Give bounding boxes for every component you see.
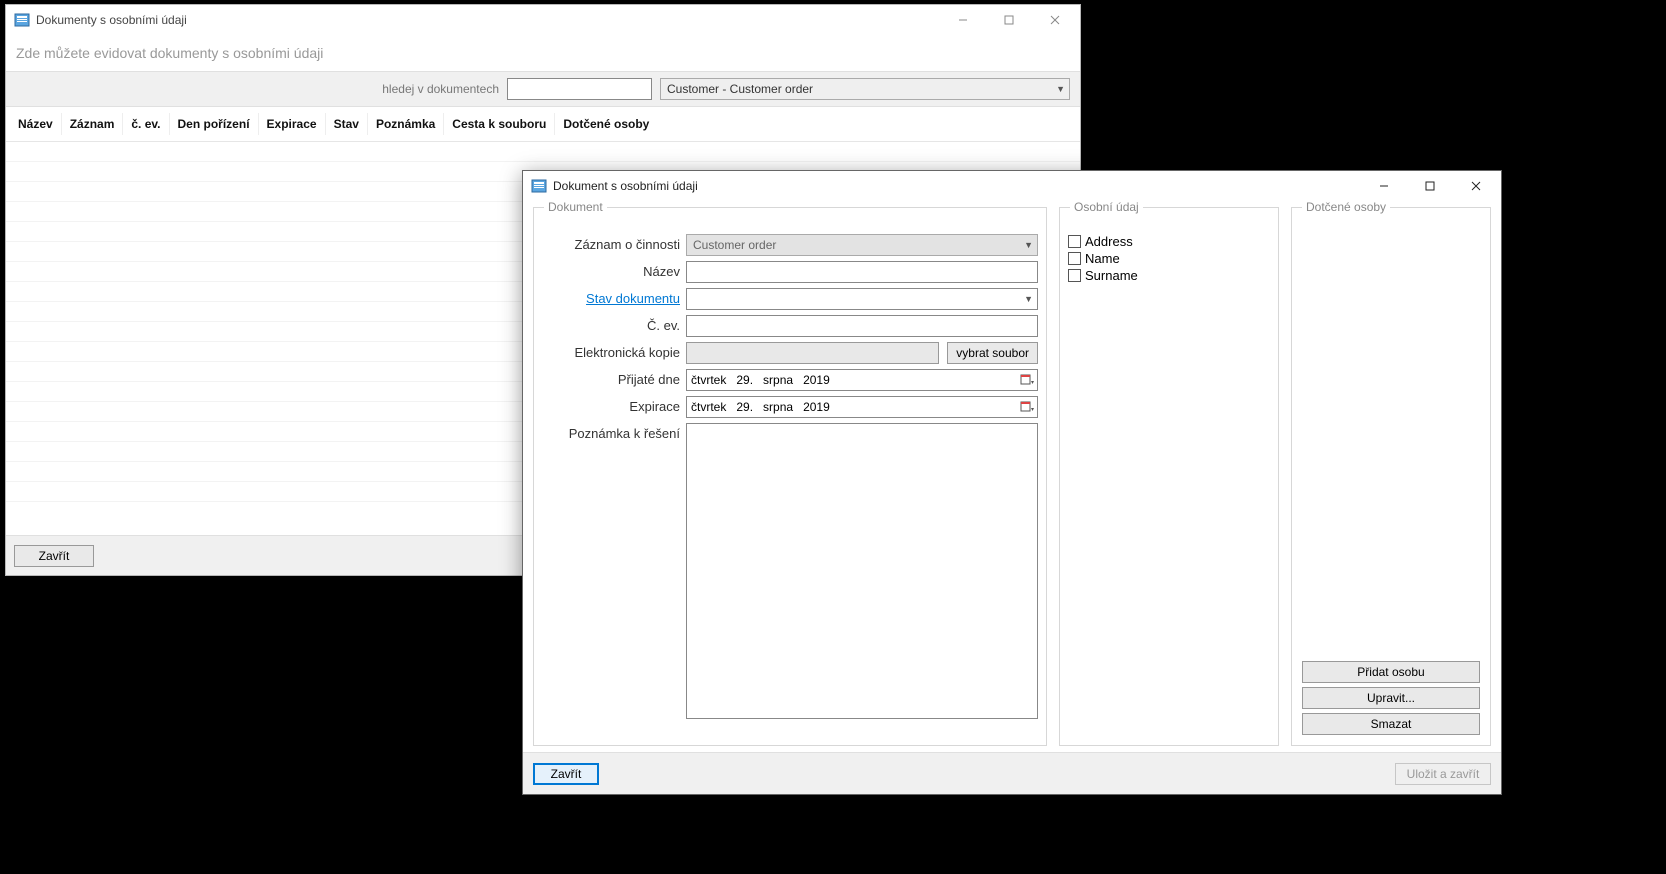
checkbox-label: Surname — [1085, 268, 1138, 283]
checkbox-icon — [1068, 235, 1081, 248]
table-row[interactable] — [6, 142, 1080, 162]
th-cev[interactable]: č. ev. — [123, 113, 169, 135]
file-browse-button[interactable]: vybrat soubor — [947, 342, 1038, 364]
footer: Zavřít Uložit a zavřít — [523, 752, 1501, 794]
minimize-button[interactable] — [1361, 171, 1407, 201]
poznamka-textarea[interactable] — [686, 423, 1038, 719]
filter-dropdown[interactable]: Customer - Customer order ▼ — [660, 78, 1070, 100]
delete-person-button[interactable]: Smazat — [1302, 713, 1480, 735]
expirace-date-input[interactable]: čtvrtek 29. srpna 2019 — [686, 396, 1038, 418]
close-dialog-button[interactable]: Zavřít — [14, 545, 94, 567]
calendar-icon[interactable] — [1020, 373, 1034, 387]
checkbox-item-address[interactable]: Address — [1068, 234, 1270, 249]
add-person-button[interactable]: Přidat osobu — [1302, 661, 1480, 683]
filter-dropdown-value: Customer - Customer order — [667, 82, 813, 96]
th-stav[interactable]: Stav — [326, 113, 368, 135]
cev-input[interactable] — [686, 315, 1038, 337]
th-nazev[interactable]: Název — [10, 113, 62, 135]
subtitle: Zde můžete evidovat dokumenty s osobními… — [6, 35, 1080, 71]
group-osobni-udaj: Osobní údaj Address Name Surname — [1059, 207, 1279, 746]
search-input[interactable] — [507, 78, 652, 100]
edit-person-button[interactable]: Upravit... — [1302, 687, 1480, 709]
th-expirace[interactable]: Expirace — [259, 113, 326, 135]
date-month: srpna — [763, 400, 793, 414]
app-icon — [531, 178, 547, 194]
group-title: Dokument — [544, 200, 607, 214]
th-den[interactable]: Den pořízení — [170, 113, 259, 135]
date-month: srpna — [763, 373, 793, 387]
label-zaznam: Záznam o činnosti — [542, 234, 680, 252]
date-day: 29. — [736, 373, 753, 387]
group-dokument: Dokument Záznam o činnosti Customer orde… — [533, 207, 1047, 746]
label-stav-link[interactable]: Stav dokumentu — [542, 288, 680, 306]
checkbox-label: Name — [1085, 251, 1120, 266]
th-poznamka[interactable]: Poznámka — [368, 113, 444, 135]
th-zaznam[interactable]: Záznam — [62, 113, 124, 135]
persons-list-area — [1300, 218, 1482, 661]
th-cesta[interactable]: Cesta k souboru — [444, 113, 555, 135]
checkbox-item-name[interactable]: Name — [1068, 251, 1270, 266]
chevron-down-icon: ▼ — [1024, 240, 1033, 250]
checkbox-icon — [1068, 252, 1081, 265]
window-title: Dokument s osobními údaji — [553, 179, 698, 193]
group-dotcene-osoby: Dotčené osoby Přidat osobu Upravit... Sm… — [1291, 207, 1491, 746]
file-path-display — [686, 342, 939, 364]
date-year: 2019 — [803, 400, 830, 414]
calendar-icon[interactable] — [1020, 400, 1034, 414]
search-bar: hledej v dokumentech Customer - Customer… — [6, 71, 1080, 107]
group-title: Osobní údaj — [1070, 200, 1143, 214]
titlebar[interactable]: Dokument s osobními údaji — [523, 171, 1501, 201]
label-nazev: Název — [542, 261, 680, 279]
table-header: Název Záznam č. ev. Den pořízení Expirac… — [6, 107, 1080, 142]
search-label: hledej v dokumentech — [382, 82, 499, 96]
th-osoby[interactable]: Dotčené osoby — [555, 113, 657, 135]
prijate-date-input[interactable]: čtvrtek 29. srpna 2019 — [686, 369, 1038, 391]
close-dialog-button[interactable]: Zavřít — [533, 763, 599, 785]
app-icon — [14, 12, 30, 28]
document-detail-window: Dokument s osobními údaji Dokument Zázna… — [522, 170, 1502, 795]
checkbox-label: Address — [1085, 234, 1133, 249]
stav-dropdown[interactable]: ▼ — [686, 288, 1038, 310]
close-button[interactable] — [1032, 5, 1078, 35]
date-dow: čtvrtek — [691, 373, 726, 387]
chevron-down-icon: ▼ — [1056, 84, 1065, 94]
date-year: 2019 — [803, 373, 830, 387]
maximize-button[interactable] — [1407, 171, 1453, 201]
close-button[interactable] — [1453, 171, 1499, 201]
label-cev: Č. ev. — [542, 315, 680, 333]
save-close-button[interactable]: Uložit a zavřít — [1395, 763, 1491, 785]
zaznam-dropdown[interactable]: Customer order ▼ — [686, 234, 1038, 256]
checkbox-item-surname[interactable]: Surname — [1068, 268, 1270, 283]
group-title: Dotčené osoby — [1302, 200, 1390, 214]
label-poznamka: Poznámka k řešení — [542, 423, 680, 441]
label-prijate: Přijaté dne — [542, 369, 680, 387]
window-title: Dokumenty s osobními údaji — [36, 13, 187, 27]
titlebar[interactable]: Dokumenty s osobními údaji — [6, 5, 1080, 35]
minimize-button[interactable] — [940, 5, 986, 35]
nazev-input[interactable] — [686, 261, 1038, 283]
date-dow: čtvrtek — [691, 400, 726, 414]
checkbox-icon — [1068, 269, 1081, 282]
chevron-down-icon: ▼ — [1024, 294, 1033, 304]
label-expirace: Expirace — [542, 396, 680, 414]
label-kopie: Elektronická kopie — [542, 342, 680, 360]
maximize-button[interactable] — [986, 5, 1032, 35]
zaznam-value: Customer order — [693, 238, 776, 252]
date-day: 29. — [736, 400, 753, 414]
